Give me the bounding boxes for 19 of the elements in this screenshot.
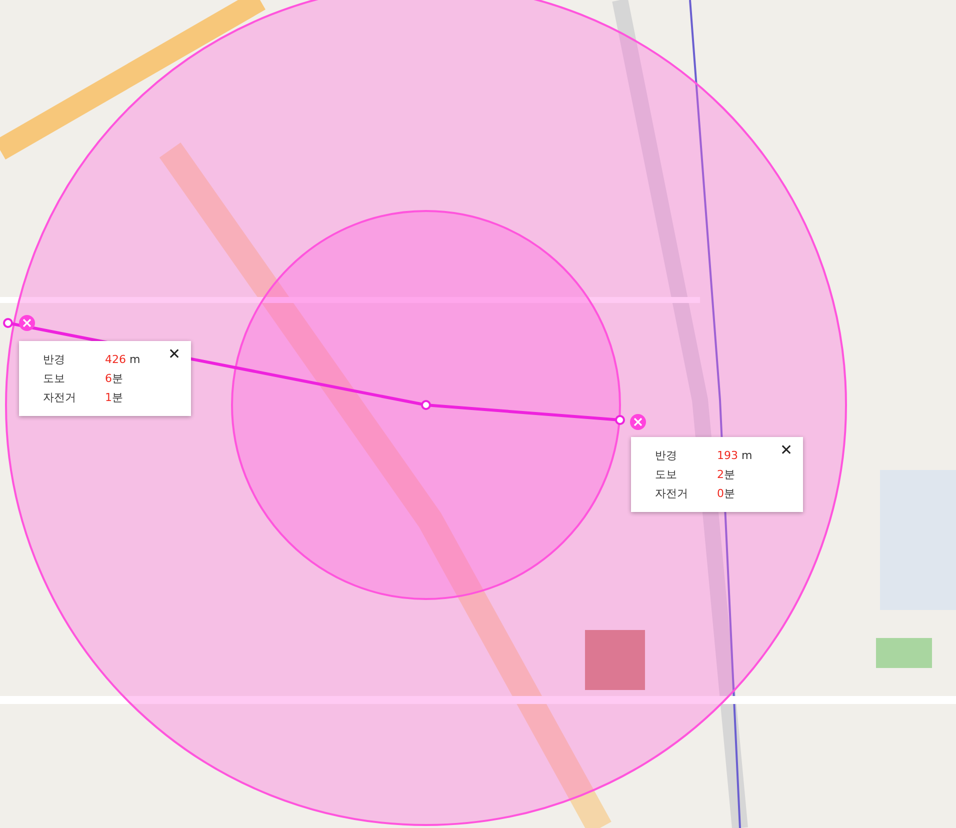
measure-value: 1분 [105,390,123,406]
measure-value: 6분 [105,371,123,387]
measure-label: 반경 [655,448,678,464]
delete-marker-icon[interactable] [19,315,35,331]
end-point-icon [615,415,625,425]
measure-label: 자전거 [43,390,77,406]
measure-label: 도보 [655,467,678,483]
delete-marker-icon[interactable] [630,414,646,430]
measure-value: 0분 [717,486,735,502]
measure-value: 426 m [105,352,140,368]
measure-label: 도보 [43,371,66,387]
close-button[interactable]: ✕ [778,441,795,460]
center-point-icon [421,400,431,410]
measure-label: 반경 [43,352,66,368]
measure-value: 2분 [717,467,735,483]
measure-value: 193 m [717,448,752,464]
end-point-icon [3,318,13,328]
close-button[interactable]: ✕ [166,345,183,364]
measure-label: 자전거 [655,486,689,502]
